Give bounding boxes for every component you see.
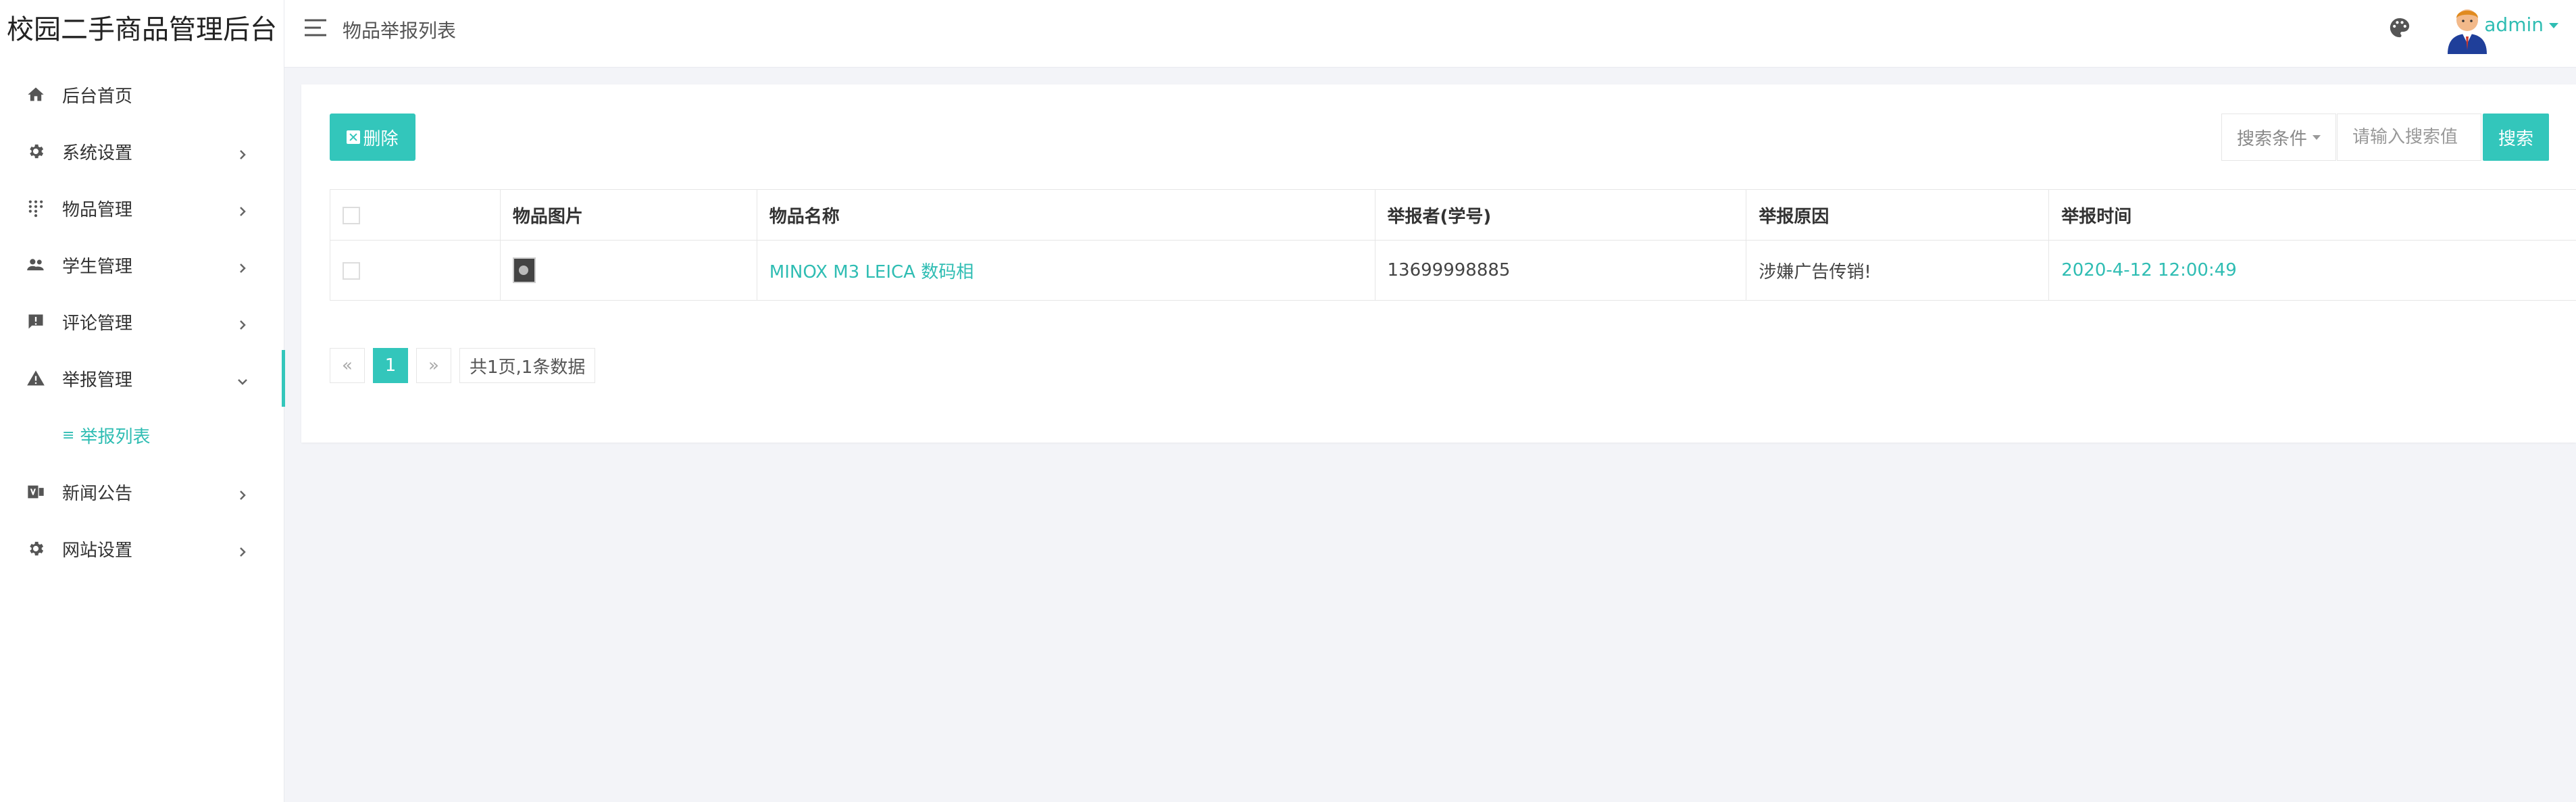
delete-button-label: 删除 <box>363 128 399 149</box>
item-name-link[interactable]: MINOX M3 LEICA 数码相 <box>769 262 974 282</box>
close-box-icon <box>347 130 361 144</box>
comment-alert-icon <box>26 311 46 332</box>
sidebar-item-home[interactable]: 后台首页 <box>0 66 284 123</box>
sidebar-item-label: 后台首页 <box>62 86 133 107</box>
report-table: 物品图片 物品名称 举报者(学号) 举报原因 举报时间 MINOX M3 LEI… <box>330 189 2576 301</box>
brand-title: 校园二手商品管理后台 <box>7 14 277 45</box>
column-header: 举报原因 <box>1746 189 2050 241</box>
item-name-cell: MINOX M3 LEICA 数码相 <box>756 240 1375 301</box>
home-icon <box>26 84 46 105</box>
gear-icon <box>26 538 46 559</box>
sidebar-item-label: 物品管理 <box>62 199 133 220</box>
list-icon: ≡ <box>62 426 75 444</box>
chevron-right-icon <box>236 543 249 557</box>
news-icon <box>26 482 46 502</box>
table-header-row: 物品图片 物品名称 举报者(学号) 举报原因 举报时间 <box>330 189 2576 241</box>
item-image-cell <box>499 240 757 301</box>
column-header: 举报时间 <box>2048 189 2576 241</box>
search-condition-label: 搜索条件 <box>2237 128 2308 149</box>
breadcrumb: 物品举报列表 <box>343 20 457 42</box>
prev-page-button[interactable]: « <box>330 348 365 383</box>
chevron-right-icon <box>236 316 249 330</box>
sidebar-item-label: 学生管理 <box>62 256 133 277</box>
sidebar-item-label: 举报管理 <box>62 370 133 391</box>
column-header: 物品名称 <box>756 189 1375 241</box>
sidebar-item-label: 网站设置 <box>62 540 133 561</box>
current-page-button[interactable]: 1 <box>373 348 408 383</box>
sidebar-item-system-settings[interactable]: 系统设置 <box>0 123 284 180</box>
item-thumbnail[interactable] <box>512 257 536 283</box>
users-icon <box>26 255 46 275</box>
select-all-cell <box>330 189 501 241</box>
delete-button[interactable]: 删除 <box>330 114 415 161</box>
username: admin <box>2484 14 2544 36</box>
chevron-down-icon <box>236 372 249 385</box>
palette-icon[interactable] <box>2388 16 2411 39</box>
sidebar-item-label: 评论管理 <box>62 313 133 334</box>
chevron-right-icon <box>236 202 249 216</box>
caret-down-icon <box>2549 23 2558 28</box>
row-select-cell <box>330 240 501 301</box>
pagination-summary: 共1页,1条数据 <box>459 348 596 383</box>
warning-icon <box>26 368 46 389</box>
sidebar-item-label: 新闻公告 <box>62 483 133 504</box>
gear-icon <box>26 141 46 161</box>
sidebar-item-reports[interactable]: 举报管理 <box>0 350 285 407</box>
sidebar-item-comments[interactable]: 评论管理 <box>0 293 284 350</box>
sidebar-item-goods[interactable]: 物品管理 <box>0 180 284 236</box>
table-row: MINOX M3 LEICA 数码相 13699998885 涉嫌广告传销! 2… <box>330 240 2576 301</box>
sidebar-item-site-settings[interactable]: 网站设置 <box>0 520 284 577</box>
next-page-button[interactable]: » <box>416 348 451 383</box>
sidebar-item-label: 系统设置 <box>62 143 133 164</box>
search-input[interactable] <box>2337 114 2481 161</box>
select-all-checkbox[interactable] <box>343 206 360 224</box>
user-menu[interactable]: admin <box>2484 14 2558 36</box>
column-header: 物品图片 <box>499 189 757 241</box>
sidebar-nav: 后台首页 系统设置 物品管理 学生管理 评论管理 举报管理 ≡ 举报列表 新闻公… <box>0 66 285 577</box>
search-button[interactable]: 搜索 <box>2483 114 2549 161</box>
main-panel: 删除 搜索条件 搜索 物品图片 物品名称 举报者(学号) 举报原因 举报时间 <box>301 84 2576 443</box>
chevron-right-icon <box>236 259 249 273</box>
time-cell: 2020-4-12 12:00:49 <box>2048 240 2576 301</box>
chevron-right-icon <box>236 486 249 500</box>
menu-toggle-icon[interactable] <box>303 18 328 38</box>
row-checkbox[interactable] <box>343 261 360 280</box>
caret-down-icon <box>2313 134 2321 140</box>
reason-cell: 涉嫌广告传销! <box>1746 240 2050 301</box>
reporter-cell: 13699998885 <box>1374 240 1747 301</box>
pagination: « 1 » 共1页,1条数据 <box>330 348 596 383</box>
sidebar-subitem-report-list[interactable]: ≡ 举报列表 <box>0 407 284 463</box>
chevron-right-icon <box>236 145 249 159</box>
report-time: 2020-4-12 12:00:49 <box>2061 260 2237 280</box>
grid-dots-icon <box>26 198 46 218</box>
sidebar-subitem-label: 举报列表 <box>80 426 151 447</box>
sidebar-item-students[interactable]: 学生管理 <box>0 236 284 293</box>
top-bar: 物品举报列表 admin <box>284 0 2576 68</box>
search-condition-dropdown[interactable]: 搜索条件 <box>2221 114 2336 161</box>
sidebar-item-news[interactable]: 新闻公告 <box>0 463 284 520</box>
sidebar: 校园二手商品管理后台 后台首页 系统设置 物品管理 学生管理 评论管理 举报管理… <box>0 0 285 802</box>
column-header: 举报者(学号) <box>1374 189 1747 241</box>
